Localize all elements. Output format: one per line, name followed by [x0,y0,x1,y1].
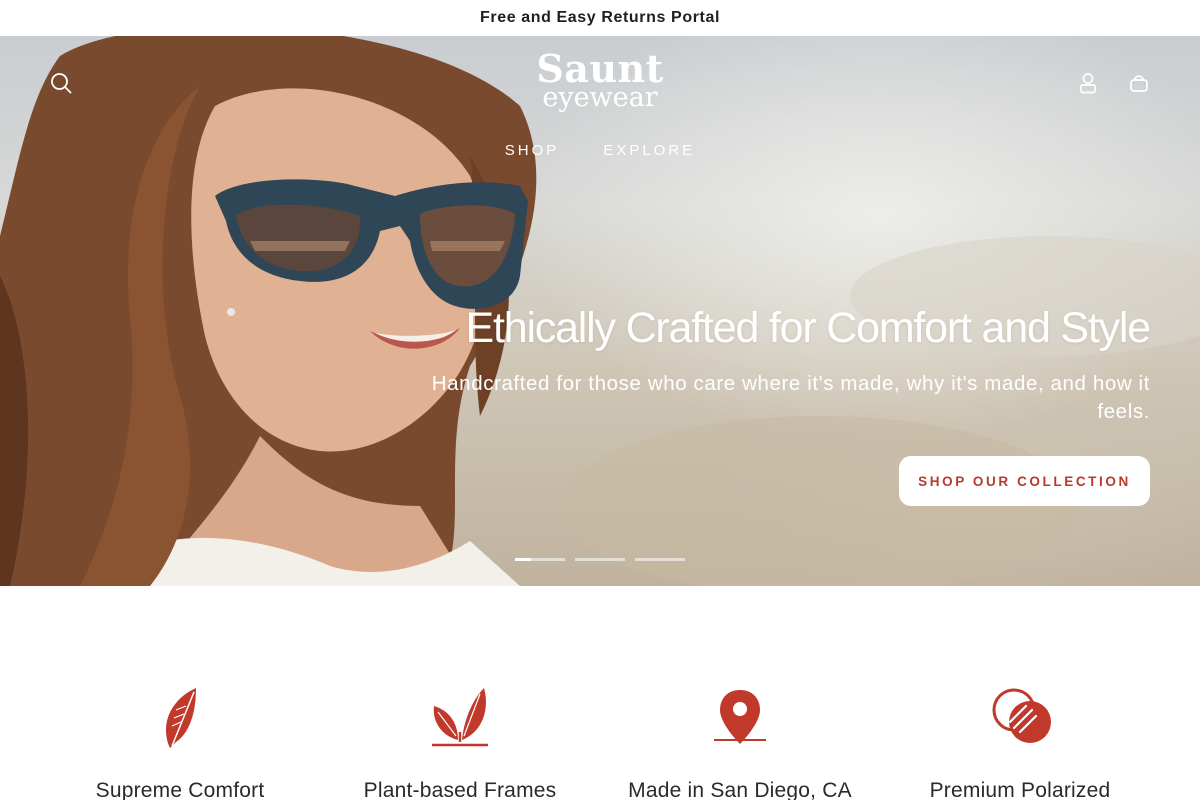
cart-bag-icon[interactable] [1127,71,1151,95]
site-logo[interactable]: Saunt eyewear [530,50,670,113]
slide-dot-2[interactable] [575,558,625,561]
account-icon[interactable] [1076,71,1100,95]
main-nav: SHOP EXPLORE [0,142,1200,159]
polarized-lens-icon [990,686,1051,750]
search-icon[interactable] [49,71,73,95]
nav-item-explore[interactable]: EXPLORE [603,142,695,159]
feature-label: Supreme Comfort [95,779,265,800]
returns-portal-link[interactable]: Free and Easy Returns Portal [480,9,720,27]
logo-subtitle: eyewear [542,82,658,113]
feature-label: Made in San Diego, CA [628,779,852,800]
slide-dot-1[interactable] [515,558,565,561]
hero-title: Ethically Crafted for Comfort and Style [465,304,1152,352]
hero-banner: Saunt eyewear SHOP EXPLORE Ethically Cra… [0,36,1200,586]
hero-subtitle: Handcrafted for those who care where it'… [431,372,1150,423]
feather-icon [150,686,210,750]
feature-label: Premium Polarized [929,779,1111,800]
features-section: Supreme Comfort Plant-based Frames Made … [0,586,1200,800]
slideshow-pagination [515,558,685,561]
location-pin-icon [710,686,770,750]
shop-collection-button[interactable]: SHOP OUR COLLECTION [899,456,1150,506]
leaves-icon [430,686,490,750]
nav-item-shop[interactable]: SHOP [505,142,560,159]
announcement-bar: Free and Easy Returns Portal [0,0,1200,36]
feature-label: Plant-based Frames [363,779,557,800]
slide-dot-3[interactable] [635,558,685,561]
